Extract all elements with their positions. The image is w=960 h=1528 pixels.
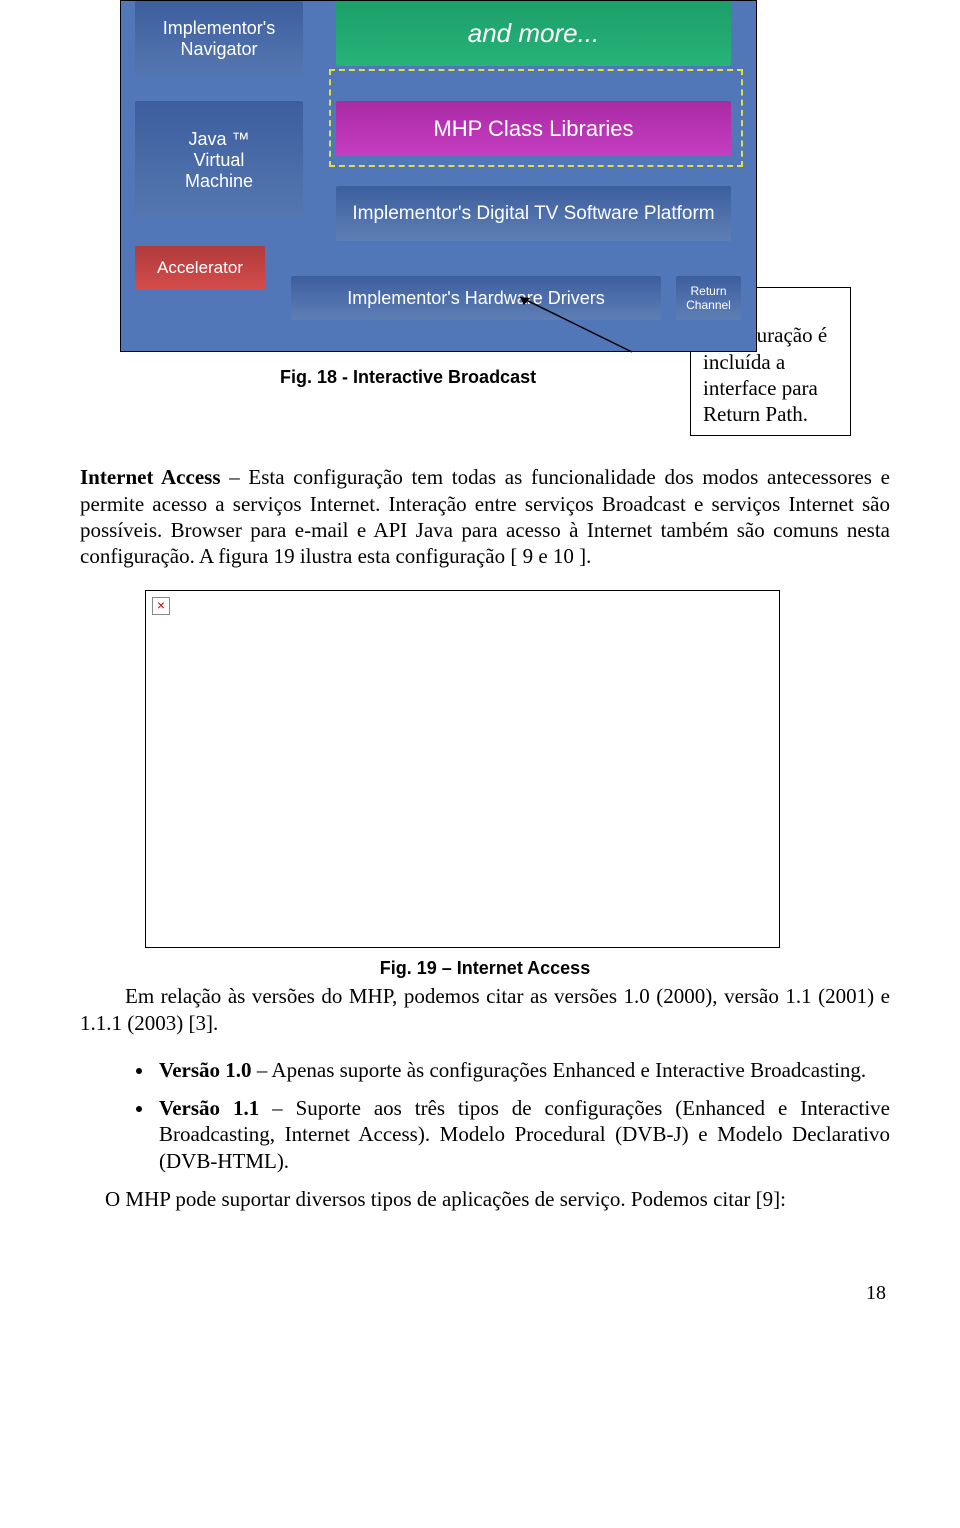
diagram-box-return-channel: Return Channel [676, 276, 741, 320]
figure-19-caption: Fig. 19 – Internet Access [80, 958, 890, 979]
diagram-box-implementors-navigator: Implementor's Navigator [135, 1, 303, 76]
callout-connector [570, 357, 680, 397]
architecture-diagram: Implementor's Navigator and more... Java… [120, 0, 757, 352]
bullet-version-1-0: Versão 1.0 – Apenas suporte às configura… [155, 1057, 890, 1083]
figure-18-caption-row: Fig. 18 - Interactive Broadcast Nesta co… [80, 357, 890, 436]
paragraph-versions: Em relação às versões do MHP, podemos ci… [80, 983, 890, 1036]
bullet-rest: – Apenas suporte às configurações Enhanc… [252, 1058, 867, 1082]
closing-paragraph: O MHP pode suportar diversos tipos de ap… [105, 1186, 890, 1212]
document-page: Implementor's Navigator and more... Java… [0, 0, 960, 1325]
figure-19-missing-image: × [145, 590, 780, 948]
bullet-bold: Versão 1.1 [159, 1096, 259, 1120]
broken-image-icon: × [152, 597, 170, 615]
page-number: 18 [80, 1282, 890, 1305]
bullet-rest: – Suporte aos três tipos de configuraçõe… [159, 1096, 890, 1173]
paragraph-internet-access: Internet Access – Esta configuração tem … [80, 464, 890, 569]
bullet-version-1-1: Versão 1.1 – Suporte aos três tipos de c… [155, 1095, 890, 1174]
paragraph-lead-bold: Internet Access [80, 465, 221, 489]
diagram-box-software-platform: Implementor's Digital TV Software Platfo… [336, 186, 731, 241]
diagram-box-accelerator: Accelerator [135, 246, 265, 290]
diagram-box-and-more: and more... [336, 1, 731, 66]
version-bullet-list: Versão 1.0 – Apenas suporte às configura… [80, 1057, 890, 1174]
diagram-box-jvm: Java ™ Virtual Machine [135, 101, 303, 219]
diagram-box-mhp-class-libraries: MHP Class Libraries [336, 101, 731, 156]
bullet-bold: Versão 1.0 [159, 1058, 252, 1082]
